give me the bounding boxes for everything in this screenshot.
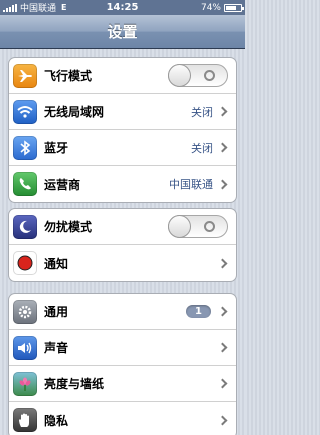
settings-row-label: 无线局域网	[44, 105, 105, 119]
speaker-icon	[13, 335, 37, 360]
settings-row-wifi[interactable]: 无线局域网 关闭	[9, 94, 236, 130]
bluetooth-status-value: 关闭	[191, 141, 213, 155]
settings-group-connectivity: 飞行模式 无线局域网 关闭 蓝牙 关闭 运营商 中国联通	[8, 57, 237, 203]
settings-row-label: 亮度与墙纸	[44, 377, 105, 391]
navigation-bar: 设置	[0, 15, 245, 49]
chevron-right-icon	[217, 106, 228, 117]
settings-group-notifications: 勿扰模式 通知	[8, 208, 237, 282]
settings-row-sounds[interactable]: 声音	[9, 330, 236, 366]
settings-row-label: 运营商	[44, 177, 81, 192]
carrier-value: 中国联通	[169, 178, 213, 191]
page-title: 设置	[107, 23, 138, 41]
hand-icon	[13, 408, 37, 432]
network-type-label: E	[61, 3, 67, 12]
battery-percent: 74%	[200, 2, 221, 13]
update-count-badge: 1	[186, 305, 211, 318]
moon-icon	[13, 214, 37, 239]
settings-row-bluetooth[interactable]: 蓝牙 关闭	[9, 130, 236, 166]
settings-row-label: 隐私	[44, 413, 69, 428]
settings-row-general[interactable]: 通用 1	[9, 294, 236, 330]
settings-row-notifications[interactable]: 通知	[9, 245, 236, 281]
settings-row-label: 蓝牙	[44, 141, 69, 155]
airplane-icon	[13, 63, 37, 88]
airplane-mode-toggle[interactable]	[168, 64, 228, 87]
settings-row-label: 勿扰模式	[44, 220, 93, 234]
settings-row-do-not-disturb: 勿扰模式	[9, 209, 236, 245]
notification-icon	[13, 251, 37, 275]
chevron-right-icon	[217, 342, 228, 353]
settings-row-privacy[interactable]: 隐私	[9, 402, 236, 435]
settings-row-label: 飞行模式	[44, 69, 93, 83]
battery-icon	[224, 3, 244, 12]
carrier-label: 中国联通	[20, 4, 57, 14]
status-bar: 中国联通 E 14:25 74%	[0, 0, 245, 15]
settings-row-label: 通知	[44, 256, 69, 271]
settings-row-carrier[interactable]: 运营商 中国联通	[9, 166, 236, 202]
settings-row-brightness-wallpaper[interactable]: 亮度与墙纸	[9, 366, 236, 402]
wifi-status-value: 关闭	[191, 105, 213, 119]
phone-icon	[13, 172, 37, 196]
do-not-disturb-toggle[interactable]	[168, 215, 228, 238]
flower-icon	[13, 371, 37, 396]
chevron-right-icon	[217, 378, 228, 389]
wifi-icon	[13, 99, 37, 124]
gear-icon	[13, 299, 37, 324]
chevron-right-icon	[217, 258, 228, 268]
chevron-right-icon	[217, 142, 228, 153]
signal-strength-icon	[3, 3, 17, 12]
chevron-right-icon	[217, 415, 228, 425]
settings-group-device: 通用 1 声音 亮度与墙纸 隐私	[8, 293, 237, 435]
clock: 14:25	[106, 2, 139, 13]
chevron-right-icon	[217, 306, 228, 317]
bluetooth-icon	[13, 135, 37, 160]
settings-row-airplane-mode: 飞行模式	[9, 58, 236, 94]
settings-row-label: 声音	[44, 341, 69, 355]
chevron-right-icon	[217, 179, 228, 189]
settings-row-label: 通用	[44, 305, 69, 319]
